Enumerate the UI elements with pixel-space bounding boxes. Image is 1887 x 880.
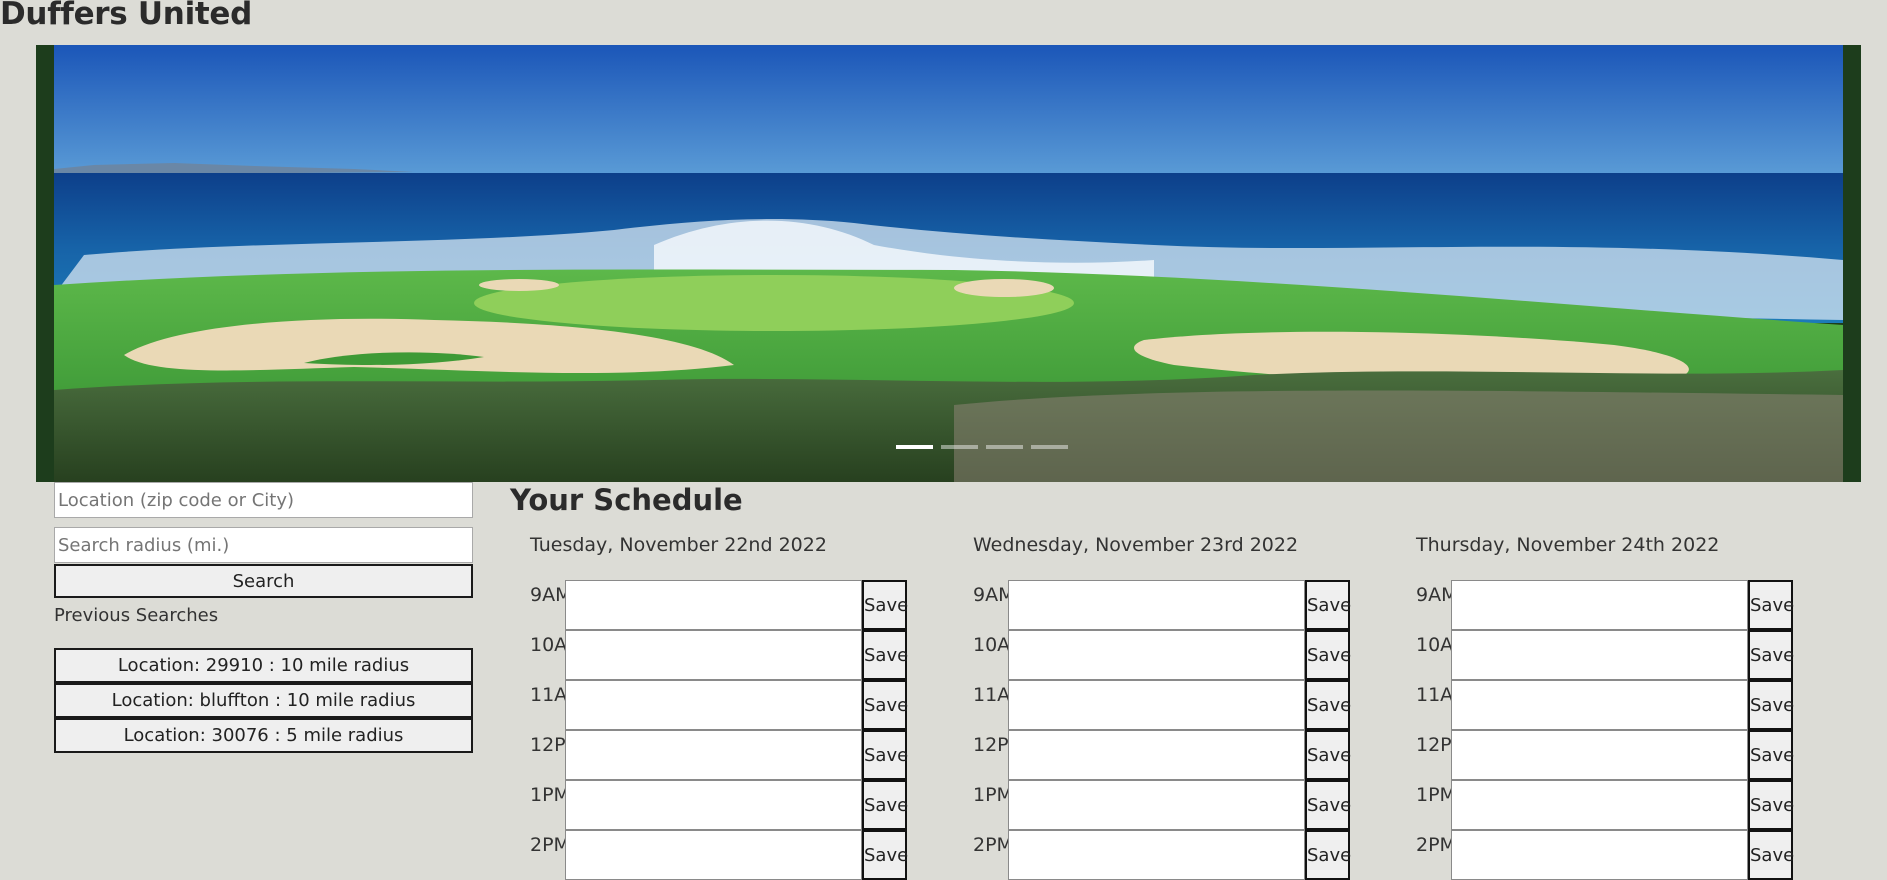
save-button[interactable]: Save: [1748, 730, 1794, 780]
time-slot-row: 11AM Save: [1396, 680, 1796, 730]
event-input[interactable]: [565, 580, 862, 630]
time-slot-list: 9AM Save 10AM Save 11AM Save 12PM Save 1PM Save 2P…: [953, 580, 1353, 880]
time-label: 11AM: [1416, 684, 1470, 706]
time-label: 2PM: [530, 834, 570, 856]
time-label: 11AM: [973, 684, 1027, 706]
location-input[interactable]: [54, 482, 473, 518]
hero-carousel: [36, 45, 1861, 482]
day-column: Wednesday, November 23rd 2022 9AM Save 10AM…: [953, 532, 1353, 880]
time-label: 1PM: [1416, 784, 1456, 806]
event-input[interactable]: [1008, 630, 1305, 680]
carousel-indicator-1[interactable]: [896, 445, 933, 449]
save-button[interactable]: Save: [1305, 580, 1351, 630]
time-slot-row: 1PM Save: [510, 780, 910, 830]
save-button[interactable]: Save: [1305, 630, 1351, 680]
event-input[interactable]: [1451, 580, 1748, 630]
time-slot-row: 1PM Save: [953, 780, 1353, 830]
time-slot-row: 9AM Save: [953, 580, 1353, 630]
carousel-indicator-3[interactable]: [986, 445, 1023, 449]
previous-searches-label: Previous Searches: [54, 605, 219, 626]
save-button[interactable]: Save: [1305, 830, 1351, 880]
time-label: 11AM: [530, 684, 584, 706]
event-input[interactable]: [1008, 580, 1305, 630]
search-button[interactable]: Search: [54, 564, 473, 598]
schedule-title: Your Schedule: [510, 483, 743, 517]
event-input[interactable]: [565, 830, 862, 880]
day-heading: Tuesday, November 22nd 2022: [530, 534, 827, 556]
golf-course-image: [54, 45, 1843, 482]
event-input[interactable]: [565, 730, 862, 780]
search-panel: Search Previous Searches Location: 29910…: [54, 482, 473, 753]
save-button[interactable]: Save: [862, 780, 908, 830]
event-input[interactable]: [565, 630, 862, 680]
time-slot-row: 12PM Save: [953, 730, 1353, 780]
time-slot-row: 11AM Save: [510, 680, 910, 730]
time-label: 9AM: [530, 584, 572, 606]
save-button[interactable]: Save: [1305, 730, 1351, 780]
time-slot-row: 12PM Save: [1396, 730, 1796, 780]
save-button[interactable]: Save: [862, 580, 908, 630]
event-input[interactable]: [565, 780, 862, 830]
time-slot-row: 2PM Save: [1396, 830, 1796, 880]
event-input[interactable]: [1451, 780, 1748, 830]
save-button[interactable]: Save: [1748, 630, 1794, 680]
event-input[interactable]: [1451, 730, 1748, 780]
time-slot-row: 2PM Save: [510, 830, 910, 880]
time-slot-row: 9AM Save: [1396, 580, 1796, 630]
previous-search-button[interactable]: Location: 30076 : 5 mile radius: [54, 718, 473, 753]
time-label: 10AM: [1416, 634, 1470, 656]
carousel-indicator-4[interactable]: [1031, 445, 1068, 449]
time-slot-row: 10AM Save: [510, 630, 910, 680]
save-button[interactable]: Save: [1305, 780, 1351, 830]
event-input[interactable]: [1008, 730, 1305, 780]
save-button[interactable]: Save: [1748, 780, 1794, 830]
carousel-indicators: [896, 445, 1068, 449]
save-button[interactable]: Save: [862, 730, 908, 780]
event-input[interactable]: [1008, 780, 1305, 830]
save-button[interactable]: Save: [862, 830, 908, 880]
time-label: 12PM: [530, 734, 583, 756]
time-slot-row: 10AM Save: [953, 630, 1353, 680]
time-slot-row: 11AM Save: [953, 680, 1353, 730]
previous-search-button[interactable]: Location: 29910 : 10 mile radius: [54, 648, 473, 683]
save-button[interactable]: Save: [1748, 680, 1794, 730]
save-button[interactable]: Save: [1748, 580, 1794, 630]
save-button[interactable]: Save: [862, 630, 908, 680]
time-slot-list: 9AM Save 10AM Save 11AM Save 12PM Save 1PM Save 2P…: [1396, 580, 1796, 880]
day-heading: Thursday, November 24th 2022: [1416, 534, 1720, 556]
time-slot-row: 12PM Save: [510, 730, 910, 780]
save-button[interactable]: Save: [862, 680, 908, 730]
time-slot-row: 2PM Save: [953, 830, 1353, 880]
time-slot-row: 9AM Save: [510, 580, 910, 630]
save-button[interactable]: Save: [1305, 680, 1351, 730]
event-input[interactable]: [1451, 630, 1748, 680]
day-heading: Wednesday, November 23rd 2022: [973, 534, 1299, 556]
day-column: Thursday, November 24th 2022 9AM Save 10AM S…: [1396, 532, 1796, 880]
time-label: 1PM: [530, 784, 570, 806]
time-label: 9AM: [1416, 584, 1458, 606]
previous-search-button[interactable]: Location: bluffton : 10 mile radius: [54, 683, 473, 718]
time-label: 2PM: [973, 834, 1013, 856]
event-input[interactable]: [565, 680, 862, 730]
event-input[interactable]: [1008, 680, 1305, 730]
time-label: 1PM: [973, 784, 1013, 806]
time-label: 2PM: [1416, 834, 1456, 856]
time-label: 12PM: [973, 734, 1026, 756]
event-input[interactable]: [1008, 830, 1305, 880]
save-button[interactable]: Save: [1748, 830, 1794, 880]
site-title: Duffers United: [0, 0, 253, 32]
time-slot-row: 1PM Save: [1396, 780, 1796, 830]
radius-input[interactable]: [54, 527, 473, 563]
time-label: 9AM: [973, 584, 1015, 606]
time-label: 12PM: [1416, 734, 1469, 756]
carousel-indicator-2[interactable]: [941, 445, 978, 449]
time-slot-row: 10AM Save: [1396, 630, 1796, 680]
time-slot-list: 9AM Save 10AM Save 11AM Save 12PM Save 1PM Save 2P…: [510, 580, 910, 880]
previous-searches-list: Location: 29910 : 10 mile radius Locatio…: [54, 648, 473, 753]
time-label: 10AM: [530, 634, 584, 656]
event-input[interactable]: [1451, 680, 1748, 730]
event-input[interactable]: [1451, 830, 1748, 880]
day-column: Tuesday, November 22nd 2022 9AM Save 10AM Sa…: [510, 532, 910, 880]
time-label: 10AM: [973, 634, 1027, 656]
